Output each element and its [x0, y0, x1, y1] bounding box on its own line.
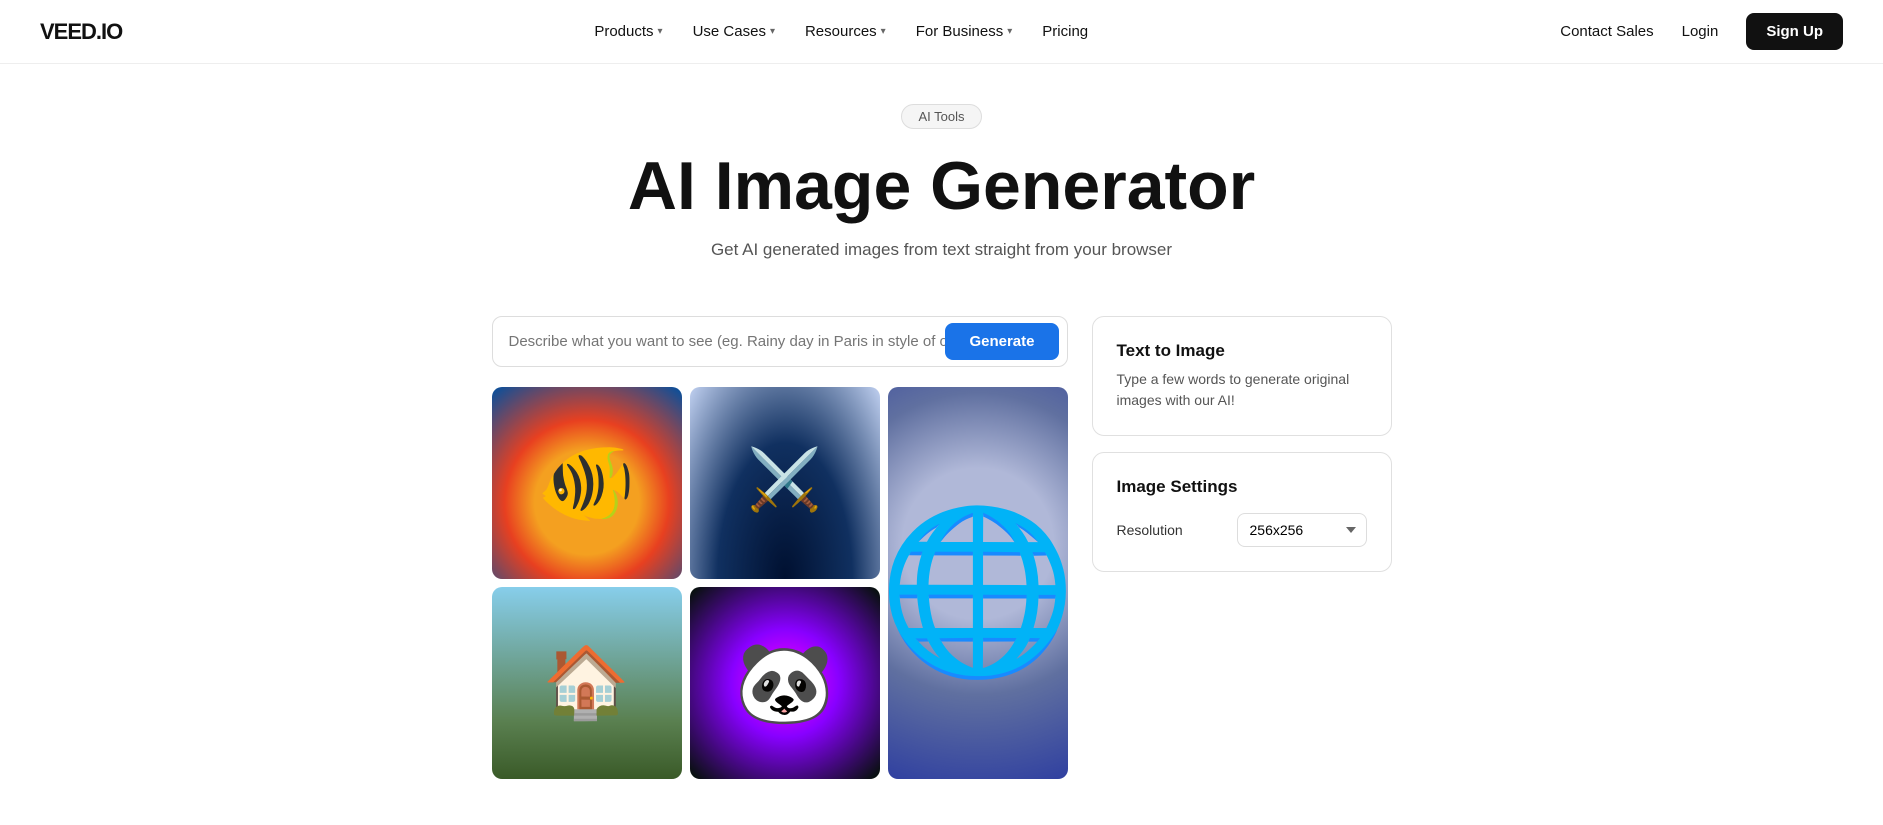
resolution-select[interactable]: 256x256 512x512 1024x1024 [1237, 513, 1367, 547]
nav-for-business[interactable]: For Business ▾ [904, 15, 1025, 48]
chevron-down-icon: ▾ [1007, 26, 1012, 37]
nav-pricing[interactable]: Pricing [1030, 15, 1100, 48]
sample-image-globe [888, 387, 1068, 779]
hero-subtitle: Get AI generated images from text straig… [20, 240, 1863, 260]
nav-resources[interactable]: Resources ▾ [793, 15, 898, 48]
image-settings-card: Image Settings Resolution 256x256 512x51… [1092, 452, 1392, 572]
sample-image-fish [492, 387, 682, 579]
prompt-input[interactable] [509, 333, 946, 350]
page-title: AI Image Generator [20, 149, 1863, 224]
chevron-down-icon: ▾ [881, 26, 886, 37]
generate-button[interactable]: Generate [945, 323, 1058, 360]
resolution-label: Resolution [1117, 522, 1183, 538]
nav-links: Products ▾ Use Cases ▾ Resources ▾ For B… [582, 15, 1100, 48]
search-bar: Generate [492, 316, 1068, 367]
text-to-image-description: Type a few words to generate original im… [1117, 369, 1367, 411]
main-content: Generate Text to Image Type a few words … [242, 316, 1642, 819]
sample-image-warrior [690, 387, 880, 579]
nav-products[interactable]: Products ▾ [582, 15, 674, 48]
image-settings-title: Image Settings [1117, 477, 1367, 497]
text-to-image-title: Text to Image [1117, 341, 1367, 361]
nav-use-cases[interactable]: Use Cases ▾ [681, 15, 787, 48]
nav-right: Contact Sales Login Sign Up [1560, 13, 1843, 50]
chevron-down-icon: ▾ [770, 26, 775, 37]
sample-image-panda [690, 587, 880, 779]
signup-button[interactable]: Sign Up [1746, 13, 1843, 50]
resolution-row: Resolution 256x256 512x512 1024x1024 [1117, 513, 1367, 547]
logo[interactable]: VEED.IO [40, 19, 122, 45]
text-to-image-card: Text to Image Type a few words to genera… [1092, 316, 1392, 436]
login-link[interactable]: Login [1666, 15, 1735, 48]
hero-section: AI Tools AI Image Generator Get AI gener… [0, 64, 1883, 316]
contact-sales-link[interactable]: Contact Sales [1560, 23, 1653, 40]
hero-badge: AI Tools [901, 104, 981, 129]
right-panel: Text to Image Type a few words to genera… [1092, 316, 1392, 779]
navbar: VEED.IO Products ▾ Use Cases ▾ Resources… [0, 0, 1883, 64]
sample-image-house [492, 587, 682, 779]
chevron-down-icon: ▾ [658, 26, 663, 37]
generator-area: Generate [492, 316, 1068, 779]
image-grid [492, 387, 1068, 779]
